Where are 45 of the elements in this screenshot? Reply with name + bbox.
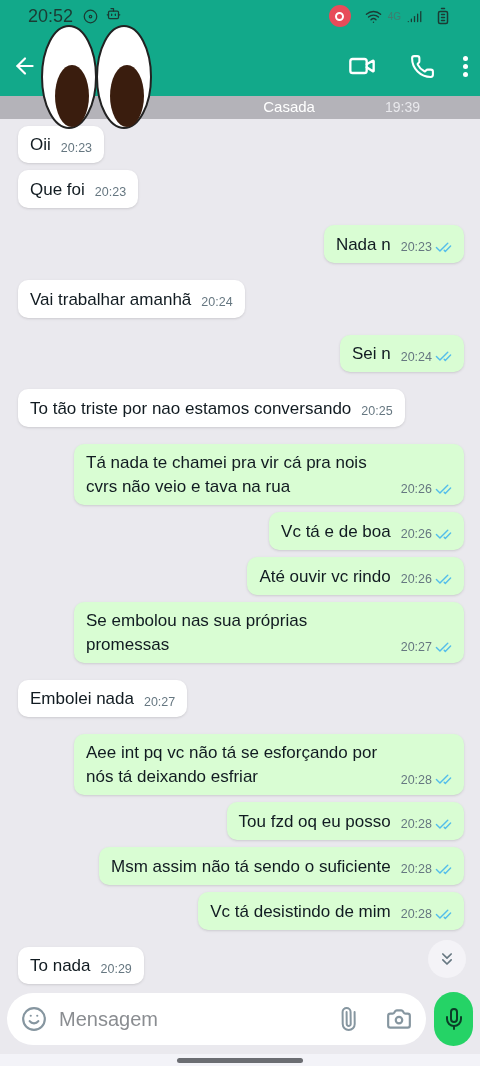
message-time: 20:26 bbox=[400, 570, 432, 588]
message-time: 20:28 bbox=[400, 816, 432, 834]
message-time: 20:27 bbox=[400, 638, 432, 656]
menu-icon bbox=[463, 54, 468, 78]
message-time: 20:24 bbox=[400, 348, 432, 366]
message-text: Que foi bbox=[30, 179, 85, 201]
message-time: 20:28 bbox=[400, 861, 432, 878]
message-time: 20:28 bbox=[400, 905, 432, 923]
message-text: To nada bbox=[30, 955, 91, 978]
message-time: 20:26 bbox=[400, 526, 432, 543]
message-text: Vai trabalhar amanhã bbox=[30, 288, 192, 311]
scroll-down-button[interactable] bbox=[428, 940, 466, 979]
message-time: 20:23 bbox=[94, 184, 127, 202]
message-text: Vc tá desistindo de mim bbox=[210, 900, 391, 923]
signal-icon bbox=[407, 8, 422, 24]
message-text: Embolei nada bbox=[30, 688, 134, 711]
status-time: 20:52 bbox=[28, 4, 74, 28]
message-time: 20:29 bbox=[100, 960, 132, 978]
message-time: 20:24 bbox=[201, 293, 233, 311]
android-icon bbox=[106, 5, 122, 21]
message-input[interactable]: Mensagem bbox=[59, 1004, 324, 1035]
message-time: 20:28 bbox=[400, 771, 432, 789]
message-text: Sei n bbox=[351, 343, 391, 366]
message-text: Tá nada te chamei pra vir cá pra nois cvrs não veio e tava na rua bbox=[86, 452, 368, 498]
message-text: Aee int pq vc não tá se esforçando por nós tá deixando esfriar bbox=[86, 742, 379, 789]
message-text: Oii bbox=[30, 134, 51, 157]
message-time: 20:23 bbox=[60, 139, 93, 157]
message-text: Vc tá e de boa bbox=[281, 520, 391, 543]
message-time: 20:27 bbox=[143, 693, 176, 711]
message-text: Nada n bbox=[335, 233, 391, 256]
voice-message-button[interactable] bbox=[434, 992, 473, 1047]
recording-indicator-icon bbox=[328, 5, 351, 27]
message-time: 20:23 bbox=[400, 239, 432, 256]
message-time: 20:26 bbox=[400, 481, 432, 499]
message-field[interactable]: Mensagem bbox=[7, 993, 426, 1046]
pinned-text: Casada bbox=[263, 97, 315, 117]
message-text: Tou fzd oq eu posso bbox=[238, 811, 391, 833]
message-time: 20:25 bbox=[361, 403, 393, 421]
message-text: To tão triste por nao estamos conversando bbox=[30, 398, 352, 420]
message-text: Até ouvir vc rindo bbox=[259, 565, 391, 588]
message-text: Msm assim não tá sendo o suficiente bbox=[111, 855, 391, 878]
phone-icon bbox=[410, 53, 435, 79]
message-text: Se embolou nas sua próprias promessas bbox=[86, 609, 309, 656]
record-icon bbox=[83, 8, 99, 24]
emoji-icon bbox=[21, 1006, 47, 1033]
